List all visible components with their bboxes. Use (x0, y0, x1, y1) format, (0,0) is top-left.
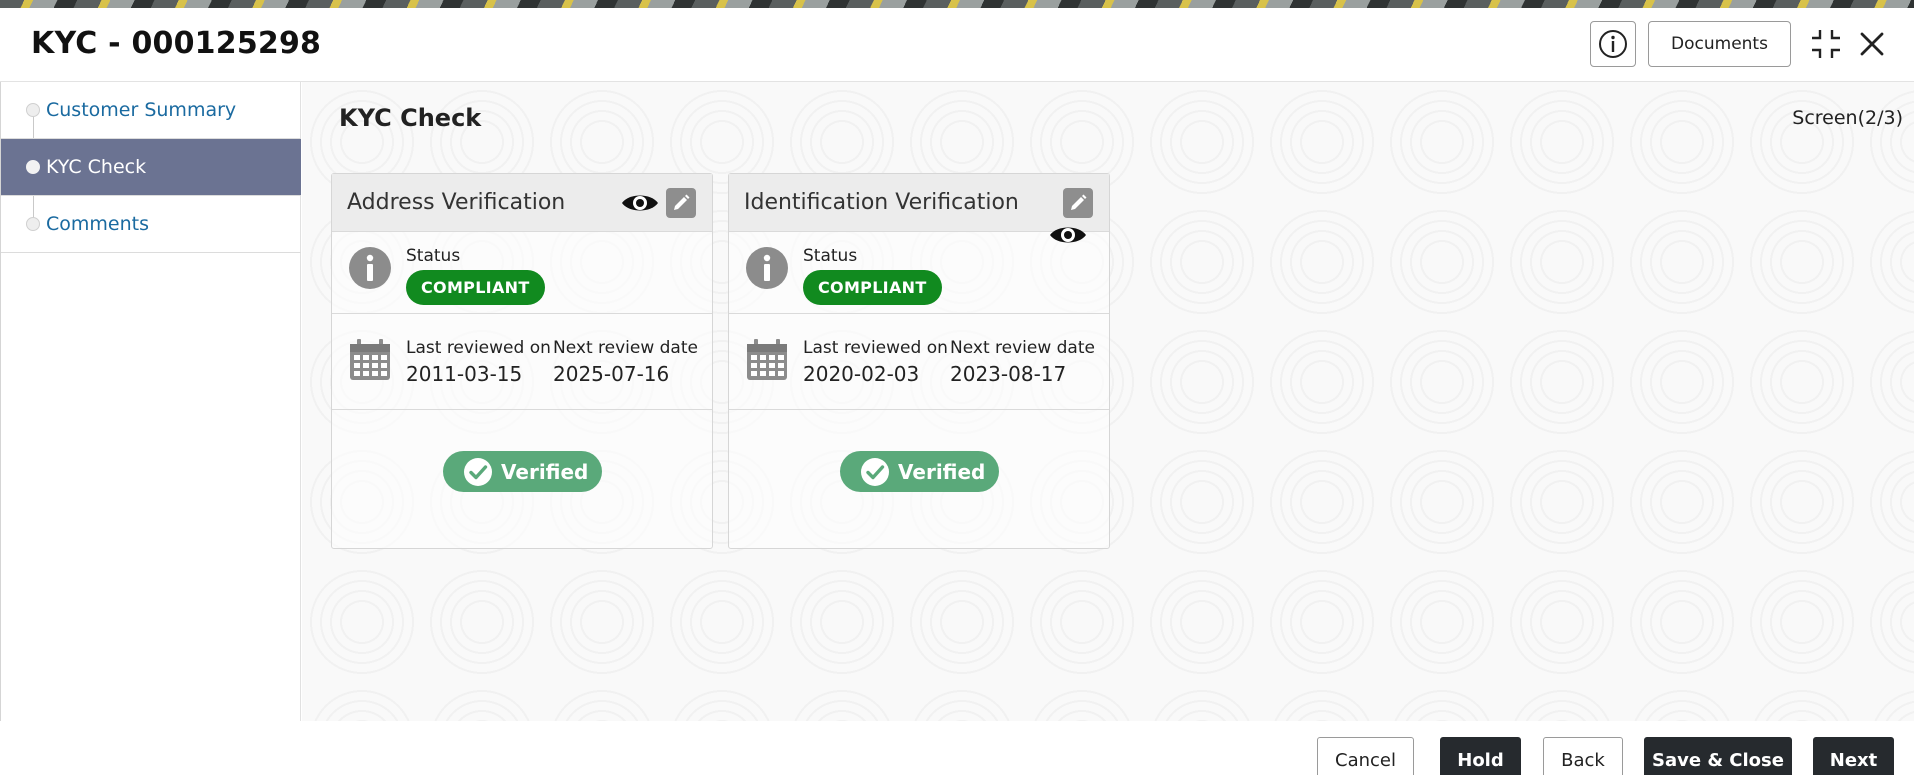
sidebar-item-label: Comments (46, 213, 149, 235)
calendar-icon (747, 339, 787, 380)
verified-label: Verified (898, 459, 986, 484)
cancel-button[interactable]: Cancel (1317, 737, 1414, 775)
sidebar-item-comments[interactable]: Comments (1, 196, 301, 253)
info-circle-icon (746, 247, 788, 289)
section-title: KYC Check (339, 104, 482, 132)
collapse-icon[interactable] (1810, 28, 1842, 60)
verified-badge: Verified (840, 451, 999, 492)
status-badge: COMPLIANT (406, 270, 545, 305)
next-review-value: 2023-08-17 (950, 362, 1067, 386)
card-header: Address Verification (332, 174, 712, 232)
step-dot-icon (26, 160, 40, 174)
calendar-icon (350, 339, 390, 380)
sidebar-nav: Customer Summary KYC Check Comments (0, 82, 301, 721)
screen-indicator: Screen(2/3) (1792, 107, 1903, 129)
sidebar-item-label: KYC Check (46, 156, 147, 178)
back-button[interactable]: Back (1543, 737, 1623, 775)
info-circle-icon (349, 247, 391, 289)
last-reviewed-value: 2011-03-15 (406, 362, 523, 386)
step-dot-icon (26, 217, 40, 231)
sidebar-item-label: Customer Summary (46, 99, 237, 121)
sidebar-item-customer-summary[interactable]: Customer Summary (1, 82, 301, 139)
footer-actions: Cancel Hold Back Save & Close Next (0, 721, 1914, 775)
identification-verification-card: Identification Verification Status COMPL… (728, 173, 1110, 549)
edit-icon[interactable] (1063, 188, 1093, 218)
close-icon[interactable] (1858, 30, 1886, 58)
kyc-window: KYC - 000125298 Documents Customer Summa… (0, 8, 1914, 775)
last-reviewed-label: Last reviewed on (406, 338, 551, 358)
step-dot-icon (26, 103, 40, 117)
documents-button[interactable]: Documents (1648, 21, 1791, 67)
status-label: Status (803, 246, 858, 266)
review-dates-row: Last reviewed on Next review date 2020-0… (729, 314, 1109, 410)
review-dates-row: Last reviewed on Next review date 2011-0… (332, 314, 712, 410)
next-button[interactable]: Next (1813, 737, 1894, 775)
card-title: Address Verification (347, 190, 566, 215)
last-reviewed-value: 2020-02-03 (803, 362, 920, 386)
address-verification-card: Address Verification Status COMPLIANT La… (331, 173, 713, 549)
status-label: Status (406, 246, 461, 266)
status-badge: COMPLIANT (803, 270, 942, 305)
verified-label: Verified (501, 459, 589, 484)
sidebar-item-kyc-check[interactable]: KYC Check (1, 139, 301, 196)
window-title: KYC - 000125298 (31, 26, 322, 61)
check-circle-icon (861, 457, 889, 486)
card-title: Identification Verification (744, 190, 1019, 215)
window-header: KYC - 000125298 Documents (0, 8, 1914, 82)
next-review-label: Next review date (553, 338, 698, 358)
check-circle-icon (464, 457, 492, 486)
info-icon (1599, 30, 1627, 58)
next-review-value: 2025-07-16 (553, 362, 670, 386)
info-button[interactable] (1590, 21, 1636, 67)
verified-badge: Verified (443, 451, 602, 492)
eye-icon[interactable] (621, 191, 659, 215)
save-close-button[interactable]: Save & Close (1644, 737, 1792, 775)
status-row: Status COMPLIANT (729, 232, 1109, 314)
hold-button[interactable]: Hold (1440, 737, 1521, 775)
edit-icon[interactable] (666, 188, 696, 218)
status-row: Status COMPLIANT (332, 232, 712, 314)
next-review-label: Next review date (950, 338, 1095, 358)
last-reviewed-label: Last reviewed on (803, 338, 948, 358)
main-content: KYC Check Screen(2/3) Address Verificati… (302, 82, 1914, 721)
